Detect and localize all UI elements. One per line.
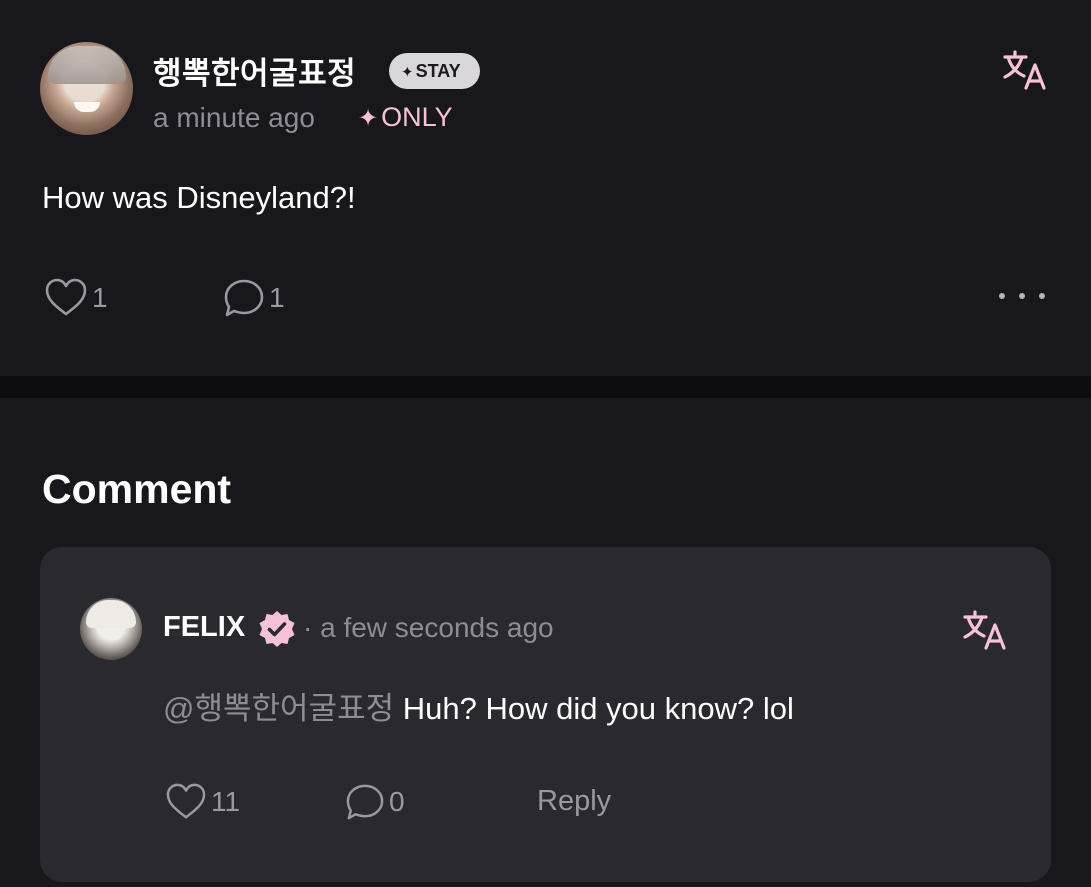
post-translate-button[interactable]	[1002, 48, 1048, 92]
comment-text: @행뽁한어굴표정 Huh? How did you know? lol	[163, 683, 794, 728]
post-comment-count: 1	[269, 282, 285, 313]
translate-icon	[1003, 50, 1046, 90]
comment-bubble-icon	[346, 784, 384, 820]
post-comment-button[interactable]: 1	[223, 278, 285, 318]
comment-translate-button[interactable]	[962, 608, 1008, 652]
comment-reply-count: 0	[389, 786, 405, 817]
post-author-name[interactable]: 행뽁한어굴표정	[153, 48, 356, 93]
verified-badge-icon	[257, 609, 297, 649]
post-like-count: 1	[92, 282, 108, 313]
section-divider	[0, 376, 1091, 398]
post-like-button[interactable]: 1	[44, 278, 108, 318]
comment-bubble-icon	[224, 279, 264, 317]
more-options-button[interactable]	[999, 286, 1045, 306]
fan-badge: ✦ STAY	[389, 53, 480, 89]
comment-mention[interactable]: @행뽁한어굴표정	[163, 691, 394, 726]
heart-icon	[166, 783, 206, 819]
visibility-label: ✦ ONLY	[358, 102, 453, 132]
translate-icon	[963, 610, 1006, 650]
reply-button[interactable]: Reply	[537, 785, 611, 818]
comment-author-avatar[interactable]	[80, 598, 142, 660]
comment-message: Huh? How did you know? lol	[394, 691, 794, 726]
post-timestamp: a minute ago	[153, 102, 315, 133]
comment-like-button[interactable]: 11	[165, 783, 240, 821]
comment-timestamp: · a few seconds ago	[303, 612, 554, 643]
sparkle-icon: ✦	[358, 105, 379, 132]
post-text: How was Disneyland?!	[42, 180, 356, 215]
more-dots-icon	[999, 293, 1005, 299]
heart-icon	[45, 278, 87, 316]
comment-author-name[interactable]: FELIX	[163, 611, 245, 644]
post-author-avatar[interactable]	[40, 42, 133, 135]
comment-reply-count-button[interactable]: 0	[345, 783, 405, 821]
comments-heading: Comment	[42, 466, 232, 512]
comment-like-count: 11	[211, 786, 241, 817]
fan-badge-label: STAY	[415, 61, 461, 81]
